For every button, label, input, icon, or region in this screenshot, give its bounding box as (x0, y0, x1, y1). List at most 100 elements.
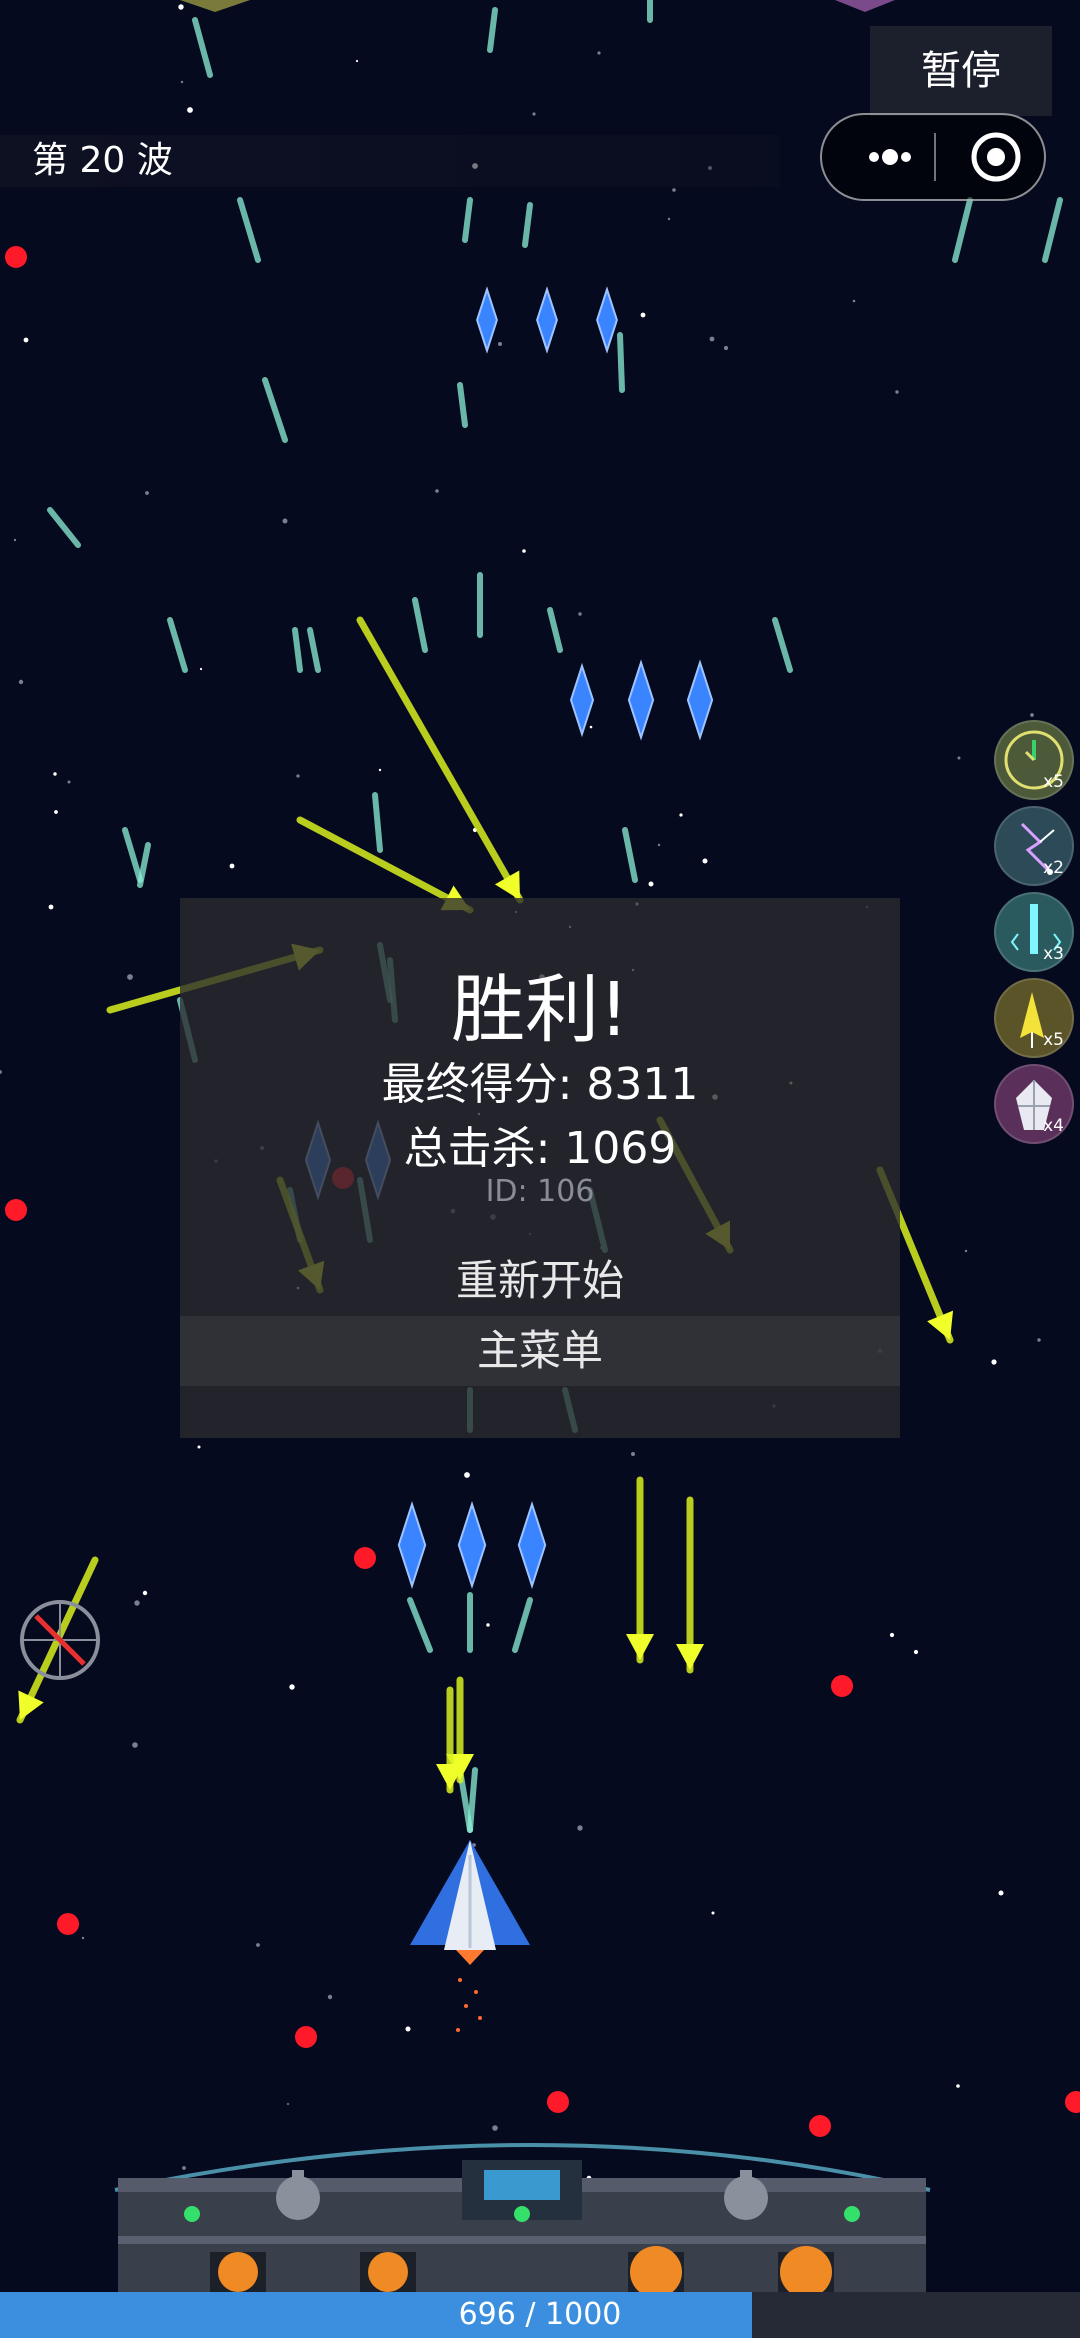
shield-icon (1016, 1080, 1052, 1130)
powerup-clock[interactable]: x5 (994, 720, 1074, 800)
star (355, 59, 359, 63)
main-menu-button[interactable]: 主菜单 (180, 1316, 900, 1386)
star (464, 1472, 470, 1478)
space-station (114, 2143, 931, 2298)
star (81, 1936, 85, 1940)
star (895, 390, 899, 394)
star (589, 725, 593, 729)
star (597, 51, 601, 55)
player-id: ID: 106 (485, 1174, 595, 1209)
star (522, 549, 526, 553)
enemy-laser (617, 332, 625, 393)
health-text: 696 / 1000 (458, 2297, 622, 2332)
powerup-count: x3 (1043, 944, 1064, 964)
star (913, 1649, 919, 1655)
star (1030, 713, 1034, 717)
star (492, 2125, 498, 2131)
star (289, 1684, 295, 1690)
enemy-bullet (5, 246, 27, 268)
star (187, 107, 193, 113)
star (711, 1911, 715, 1915)
victory-title: 胜利! (451, 967, 629, 1053)
close-target-icon[interactable] (954, 115, 1038, 199)
star (991, 1359, 997, 1365)
wave-label: 第 20 波 (0, 135, 780, 187)
star (577, 1825, 583, 1831)
star (702, 858, 708, 864)
enemy-bullet (831, 1675, 853, 1697)
star (296, 774, 300, 778)
star (631, 1452, 635, 1456)
star (282, 518, 288, 524)
enemy-bullet (809, 2115, 831, 2137)
health-bar: 696 / 1000 (0, 2292, 1080, 2338)
star (405, 2026, 411, 2032)
star (709, 336, 715, 342)
star (134, 1600, 140, 1606)
star (18, 679, 24, 685)
powerup-laser[interactable]: x3 (994, 892, 1074, 972)
star (648, 881, 654, 887)
enemy-bullet (57, 1913, 79, 1935)
star (852, 299, 856, 303)
star (287, 2103, 289, 2105)
missile-icon (1020, 992, 1044, 1048)
crosshair-disabled-icon[interactable] (16, 1596, 104, 1684)
capsule-divider (934, 133, 936, 181)
star (532, 112, 536, 116)
star (67, 780, 71, 784)
powerup-lightning[interactable]: x2 (994, 806, 1074, 886)
star (48, 904, 54, 910)
powerup-column: x5 x2 x3 x5 x4 (994, 720, 1078, 1150)
star (723, 345, 729, 351)
powerup-shield[interactable]: x4 (994, 1064, 1074, 1144)
star (956, 2084, 960, 2088)
star (657, 843, 661, 847)
star (964, 1249, 968, 1253)
star (957, 756, 961, 760)
enemy-bullet (5, 1199, 27, 1221)
lightning-icon (1020, 822, 1055, 875)
star (640, 312, 646, 318)
star (667, 217, 671, 221)
star (578, 612, 582, 616)
enemy-bullet (295, 2026, 317, 2048)
powerup-count: x5 (1043, 772, 1064, 792)
star (435, 489, 439, 493)
miniprogram-capsule (820, 113, 1046, 201)
powerup-count: x2 (1043, 858, 1064, 878)
star (23, 337, 29, 343)
more-icon[interactable] (846, 115, 934, 199)
star (132, 1742, 138, 1748)
star (378, 768, 382, 772)
star (1037, 1338, 1041, 1342)
star (229, 863, 235, 869)
clock-icon (1004, 730, 1064, 790)
victory-panel: 胜利! 最终得分: 8311 总击杀: 1069 ID: 106 重新开始 主菜… (180, 898, 900, 1438)
star (53, 772, 57, 776)
star (679, 813, 683, 817)
star (178, 4, 184, 10)
laser-icon (1010, 904, 1062, 954)
star (199, 667, 203, 671)
star (672, 188, 676, 192)
star (498, 342, 502, 346)
star (142, 1590, 148, 1596)
enemy-bullet (547, 2091, 569, 2113)
powerup-count: x5 (1043, 1030, 1064, 1050)
star (127, 974, 133, 980)
restart-button[interactable]: 重新开始 (180, 1246, 900, 1316)
star (145, 491, 149, 495)
enemy-bullet (354, 1547, 376, 1569)
star (998, 1890, 1004, 1896)
powerup-count: x4 (1043, 1116, 1064, 1136)
star (486, 1623, 490, 1627)
star (197, 1445, 201, 1449)
star (13, 538, 17, 542)
powerup-missile[interactable]: x5 (994, 978, 1074, 1058)
star (256, 1943, 260, 1947)
star (182, 2166, 186, 2170)
pause-button[interactable]: 暂停 (870, 26, 1052, 116)
star (180, 80, 184, 84)
star (889, 1632, 895, 1638)
